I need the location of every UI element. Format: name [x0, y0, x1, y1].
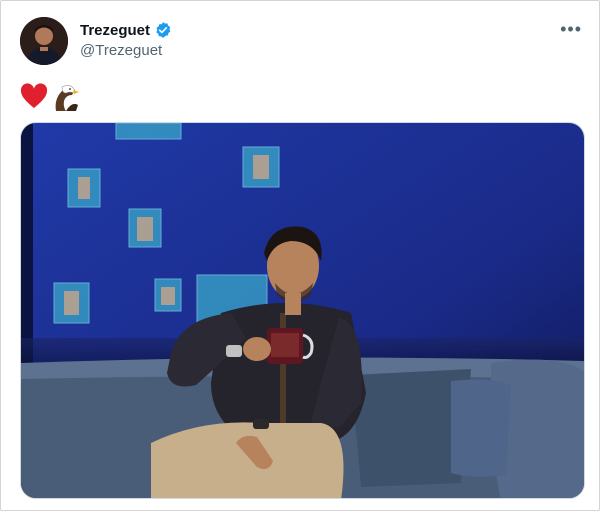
- author-name-row: Trezeguet: [80, 21, 172, 39]
- tweet-photo[interactable]: [20, 122, 585, 499]
- author-display-name[interactable]: Trezeguet: [80, 22, 150, 39]
- eagle-emoji-icon: [52, 83, 80, 111]
- more-options-icon[interactable]: •••: [560, 20, 582, 38]
- verified-badge-icon: [154, 21, 172, 39]
- red-heart-emoji-icon: [20, 83, 48, 111]
- author-avatar[interactable]: [20, 17, 68, 65]
- author-handle[interactable]: @Trezeguet: [80, 42, 162, 59]
- tweet-text: [20, 82, 80, 112]
